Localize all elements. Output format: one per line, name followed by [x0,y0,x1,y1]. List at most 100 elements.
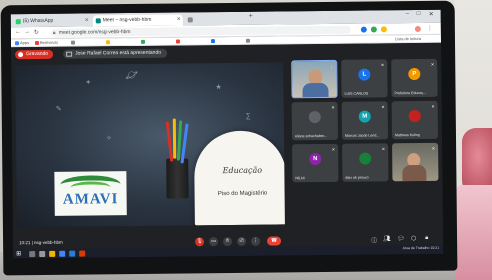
mic-toggle-button[interactable]: 🎙︎ [195,237,205,247]
participant-name: LUIS CARLOS [344,91,369,96]
participant-tile[interactable]: P ✕ Prefeitura Educaç... [391,58,438,98]
laptop: (5) WhatsApp ✕ Meet – nsg-vebb-hbm ✕ + –… [0,0,458,276]
participant-tile[interactable]: M ✕ Marcos Jacob Lend... [341,101,389,140]
bookmark-item[interactable] [105,39,111,45]
avatar: L [358,68,371,81]
lock-icon[interactable]: 🔒︎ [425,235,428,242]
avatar: P [408,67,421,81]
participant-tile[interactable]: ✕ [392,142,439,182]
doodle-icon: ✧ [105,135,112,143]
page-icon [187,17,193,23]
minimize-icon[interactable]: – [406,11,409,17]
people-icon[interactable]: 👥︎ [383,235,391,242]
doodle-icon: ✎ [55,105,62,113]
meet-call-area: Gravando Jose Rafael Correa está apresen… [11,42,444,238]
bookmark-item[interactable] [210,38,216,44]
file-explorer-icon[interactable] [49,250,56,257]
chat-icon[interactable]: 💬︎ [397,235,405,242]
task-view-icon[interactable] [39,250,46,257]
menu-icon[interactable]: ⋮ [427,25,433,32]
present-button[interactable]: ⎚ [237,236,247,246]
bookmark-icon [210,39,216,44]
raise-hand-button[interactable]: ✋︎ [223,236,233,247]
bookmark-item[interactable] [245,38,251,43]
pencil-cup [166,158,189,199]
close-icon[interactable]: ✕ [85,15,89,26]
presenter-label: Jose Rafael Correa está apresentando [75,49,162,57]
shared-presentation: ✦ 🪐︎ ✎ ★ ∑ ✧ Educação Piso do Magistério [15,62,285,228]
tab-label: (5) WhatsApp [22,17,54,25]
extension-icon[interactable] [380,26,387,33]
bookmark-item[interactable] [175,38,181,44]
mic-off-icon: ✕ [380,62,385,68]
tab-label: Meet – nsg-vebb-hbm [102,16,152,24]
amavi-logo: AMAVI [54,171,127,216]
participant-name: Marcos Jacob Lend... [344,133,380,138]
back-icon[interactable]: ← [15,29,21,35]
maximize-icon[interactable]: □ [417,11,421,17]
chrome-icon[interactable] [59,250,66,257]
recording-label: Gravando [26,50,49,58]
meeting-info: 10:21 | nsg-vebb-hbm [19,239,63,246]
tray-label: Área de Trabalho [402,245,430,251]
extension-icon[interactable] [360,26,367,33]
recording-badge[interactable]: Gravando [15,49,54,60]
close-window-icon[interactable]: ✕ [429,11,434,18]
mic-off-icon: ✕ [430,61,435,67]
doodle-icon: ∑ [245,112,251,120]
participant-tile[interactable]: N ✕ NILNI [292,143,339,183]
windows-start-icon[interactable]: ⊞ [16,250,21,257]
more-options-button[interactable]: ⋮ [251,236,261,246]
slide-subtitle: Piso do Magistério [217,190,268,198]
bookmark-icon [140,39,146,44]
avatar [308,111,321,124]
meet-icon [95,18,101,24]
lock-icon: 🔒︎ [52,29,56,36]
meeting-time: 10:21 [19,240,31,246]
participant-name: Prefeitura Educaç... [394,90,427,96]
reading-list[interactable]: Lista de leitura [395,36,421,41]
doodle-icon: ★ [215,84,222,92]
participant-tile[interactable]: ⋮ [291,59,338,99]
participant-tile[interactable]: ✕ eliane schacheber... [291,101,339,141]
profile-avatar[interactable] [414,25,421,33]
mic-icon: ⋮ [329,63,334,69]
tab-whatsapp[interactable]: (5) WhatsApp ✕ [13,15,91,27]
doodle-icon: ✦ [85,79,92,87]
avatar [408,109,421,123]
bookmark-item[interactable] [70,40,76,45]
forward-icon[interactable]: → [24,29,30,35]
bookmark-apps[interactable]: Apps [14,40,29,45]
planet-icon: 🪐︎ [125,69,139,82]
mic-off-icon: ✕ [331,146,336,152]
reload-icon[interactable]: ↻ [34,29,39,36]
participant-tile[interactable]: ✕ daiv ok proxxo [342,143,389,182]
bookmark-icon [70,40,76,45]
presenter-banner[interactable]: Jose Rafael Correa está apresentando [63,48,168,59]
pencil [172,118,177,159]
mic-off-icon: ✕ [381,104,385,110]
extension-icon[interactable] [370,26,377,33]
new-tab-icon[interactable]: + [249,13,253,20]
avatar: N [309,153,322,166]
url-text: meet.google.com/nsg-vebb-hbm [58,29,131,36]
close-icon[interactable]: ✕ [177,14,181,25]
mic-off-icon: ✕ [431,103,435,109]
participant-name: NILNI [295,176,305,181]
bookmark-item[interactable] [140,39,146,44]
activities-icon[interactable]: ⬡ [411,235,416,242]
participant-tile[interactable]: L ✕ LUIS CARLOS [341,59,388,98]
participant-video-body [302,82,329,99]
info-icon[interactable]: ⓘ [371,235,377,244]
app-icon[interactable] [69,250,76,257]
app-icon[interactable] [79,250,86,257]
search-icon[interactable] [29,250,36,257]
tab-other[interactable] [185,14,245,26]
bookmark-item[interactable]: Bemvindo [34,40,58,45]
camera-toggle-button[interactable]: ▭ [209,237,219,247]
leave-call-button[interactable]: ☎︎ [267,236,282,246]
participant-tile[interactable]: ✕ Matheus Kuling [391,100,439,140]
avatar [359,152,372,165]
pink-object [455,185,492,280]
whatsapp-icon [15,19,21,25]
